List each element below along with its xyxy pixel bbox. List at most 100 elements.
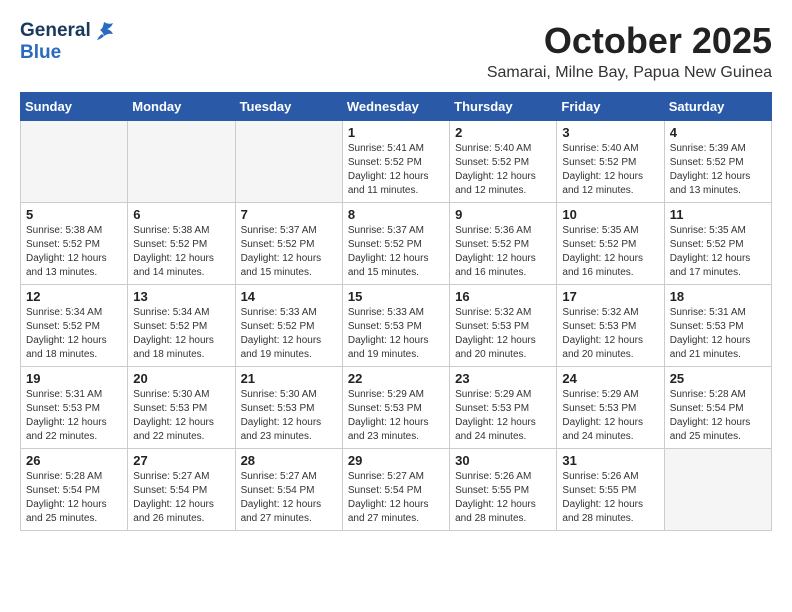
calendar-table: SundayMondayTuesdayWednesdayThursdayFrid… [20, 92, 772, 531]
day-detail: Sunrise: 5:32 AM Sunset: 5:53 PM Dayligh… [562, 306, 658, 362]
calendar-cell: 25 Sunrise: 5:28 AM Sunset: 5:54 PM Dayli… [664, 367, 771, 449]
day-detail: Sunrise: 5:34 AM Sunset: 5:52 PM Dayligh… [133, 306, 229, 362]
day-detail: Sunrise: 5:41 AM Sunset: 5:52 PM Dayligh… [348, 142, 444, 198]
day-number: 5 [26, 207, 122, 222]
day-number: 21 [241, 371, 337, 386]
day-detail: Sunrise: 5:29 AM Sunset: 5:53 PM Dayligh… [455, 388, 551, 444]
calendar-week-4: 19 Sunrise: 5:31 AM Sunset: 5:53 PM Dayli… [21, 367, 772, 449]
calendar-cell: 27 Sunrise: 5:27 AM Sunset: 5:54 PM Dayli… [128, 449, 235, 531]
day-detail: Sunrise: 5:40 AM Sunset: 5:52 PM Dayligh… [562, 142, 658, 198]
day-detail: Sunrise: 5:34 AM Sunset: 5:52 PM Dayligh… [26, 306, 122, 362]
calendar-cell: 23 Sunrise: 5:29 AM Sunset: 5:53 PM Dayli… [450, 367, 557, 449]
day-detail: Sunrise: 5:30 AM Sunset: 5:53 PM Dayligh… [133, 388, 229, 444]
logo-blue: Blue [20, 42, 61, 64]
calendar-week-1: 1 Sunrise: 5:41 AM Sunset: 5:52 PM Daylig… [21, 121, 772, 203]
day-detail: Sunrise: 5:40 AM Sunset: 5:52 PM Dayligh… [455, 142, 551, 198]
calendar-week-3: 12 Sunrise: 5:34 AM Sunset: 5:52 PM Dayli… [21, 285, 772, 367]
day-number: 13 [133, 289, 229, 304]
calendar-cell: 19 Sunrise: 5:31 AM Sunset: 5:53 PM Dayli… [21, 367, 128, 449]
calendar-header-thursday: Thursday [450, 93, 557, 121]
day-number: 30 [455, 453, 551, 468]
calendar-cell: 3 Sunrise: 5:40 AM Sunset: 5:52 PM Daylig… [557, 121, 664, 203]
day-detail: Sunrise: 5:37 AM Sunset: 5:52 PM Dayligh… [348, 224, 444, 280]
calendar-cell: 17 Sunrise: 5:32 AM Sunset: 5:53 PM Dayli… [557, 285, 664, 367]
calendar-cell: 20 Sunrise: 5:30 AM Sunset: 5:53 PM Dayli… [128, 367, 235, 449]
calendar-cell [128, 121, 235, 203]
day-detail: Sunrise: 5:26 AM Sunset: 5:55 PM Dayligh… [562, 470, 658, 526]
day-number: 16 [455, 289, 551, 304]
day-number: 6 [133, 207, 229, 222]
day-detail: Sunrise: 5:39 AM Sunset: 5:52 PM Dayligh… [670, 142, 766, 198]
calendar-cell: 12 Sunrise: 5:34 AM Sunset: 5:52 PM Dayli… [21, 285, 128, 367]
day-number: 14 [241, 289, 337, 304]
day-number: 23 [455, 371, 551, 386]
day-number: 12 [26, 289, 122, 304]
calendar-cell: 16 Sunrise: 5:32 AM Sunset: 5:53 PM Dayli… [450, 285, 557, 367]
day-detail: Sunrise: 5:27 AM Sunset: 5:54 PM Dayligh… [348, 470, 444, 526]
calendar-cell [664, 449, 771, 531]
calendar-cell: 24 Sunrise: 5:29 AM Sunset: 5:53 PM Dayli… [557, 367, 664, 449]
day-number: 26 [26, 453, 122, 468]
month-title: October 2025 [487, 20, 772, 62]
day-detail: Sunrise: 5:36 AM Sunset: 5:52 PM Dayligh… [455, 224, 551, 280]
calendar-cell: 31 Sunrise: 5:26 AM Sunset: 5:55 PM Dayli… [557, 449, 664, 531]
day-detail: Sunrise: 5:35 AM Sunset: 5:52 PM Dayligh… [562, 224, 658, 280]
logo-icon [93, 20, 115, 42]
day-number: 17 [562, 289, 658, 304]
day-number: 28 [241, 453, 337, 468]
calendar-cell: 10 Sunrise: 5:35 AM Sunset: 5:52 PM Dayli… [557, 203, 664, 285]
calendar-cell: 29Sunrise: 5:27 AM Sunset: 5:54 PM Dayli… [342, 449, 449, 531]
day-number: 2 [455, 125, 551, 140]
day-detail: Sunrise: 5:38 AM Sunset: 5:52 PM Dayligh… [133, 224, 229, 280]
calendar-header-tuesday: Tuesday [235, 93, 342, 121]
calendar-cell: 18 Sunrise: 5:31 AM Sunset: 5:53 PM Dayli… [664, 285, 771, 367]
logo: General Blue [20, 20, 115, 64]
day-detail: Sunrise: 5:27 AM Sunset: 5:54 PM Dayligh… [133, 470, 229, 526]
calendar-header-friday: Friday [557, 93, 664, 121]
day-number: 1 [348, 125, 444, 140]
day-detail: Sunrise: 5:29 AM Sunset: 5:53 PM Dayligh… [562, 388, 658, 444]
day-detail: Sunrise: 5:38 AM Sunset: 5:52 PM Dayligh… [26, 224, 122, 280]
day-number: 19 [26, 371, 122, 386]
calendar-cell: 9 Sunrise: 5:36 AM Sunset: 5:52 PM Daylig… [450, 203, 557, 285]
day-number: 11 [670, 207, 766, 222]
calendar-cell: 8 Sunrise: 5:37 AM Sunset: 5:52 PM Daylig… [342, 203, 449, 285]
day-number: 27 [133, 453, 229, 468]
calendar-cell: 14Sunrise: 5:33 AM Sunset: 5:52 PM Dayli… [235, 285, 342, 367]
page-header: General Blue October 2025 Samarai, Milne… [20, 20, 772, 82]
day-number: 10 [562, 207, 658, 222]
day-number: 15 [348, 289, 444, 304]
day-detail: Sunrise: 5:27 AM Sunset: 5:54 PM Dayligh… [241, 470, 337, 526]
day-detail: Sunrise: 5:28 AM Sunset: 5:54 PM Dayligh… [26, 470, 122, 526]
calendar-cell: 5 Sunrise: 5:38 AM Sunset: 5:52 PM Daylig… [21, 203, 128, 285]
location-title: Samarai, Milne Bay, Papua New Guinea [487, 64, 772, 82]
day-number: 3 [562, 125, 658, 140]
day-number: 20 [133, 371, 229, 386]
calendar-cell: 22 Sunrise: 5:29 AM Sunset: 5:53 PM Dayli… [342, 367, 449, 449]
day-detail: Sunrise: 5:31 AM Sunset: 5:53 PM Dayligh… [26, 388, 122, 444]
day-number: 8 [348, 207, 444, 222]
calendar-cell: 21Sunrise: 5:30 AM Sunset: 5:53 PM Dayli… [235, 367, 342, 449]
calendar-header-monday: Monday [128, 93, 235, 121]
calendar-header-wednesday: Wednesday [342, 93, 449, 121]
day-number: 9 [455, 207, 551, 222]
calendar-cell: 2 Sunrise: 5:40 AM Sunset: 5:52 PM Daylig… [450, 121, 557, 203]
calendar-cell: 4Sunrise: 5:39 AM Sunset: 5:52 PM Daylig… [664, 121, 771, 203]
calendar-cell: 26 Sunrise: 5:28 AM Sunset: 5:54 PM Dayli… [21, 449, 128, 531]
day-number: 24 [562, 371, 658, 386]
day-detail: Sunrise: 5:35 AM Sunset: 5:52 PM Dayligh… [670, 224, 766, 280]
day-detail: Sunrise: 5:29 AM Sunset: 5:53 PM Dayligh… [348, 388, 444, 444]
day-detail: Sunrise: 5:37 AM Sunset: 5:52 PM Dayligh… [241, 224, 337, 280]
day-detail: Sunrise: 5:31 AM Sunset: 5:53 PM Dayligh… [670, 306, 766, 362]
day-number: 25 [670, 371, 766, 386]
calendar-cell: 7 Sunrise: 5:37 AM Sunset: 5:52 PM Daylig… [235, 203, 342, 285]
day-detail: Sunrise: 5:28 AM Sunset: 5:54 PM Dayligh… [670, 388, 766, 444]
calendar-cell: 11 Sunrise: 5:35 AM Sunset: 5:52 PM Dayli… [664, 203, 771, 285]
day-number: 18 [670, 289, 766, 304]
calendar-cell: 15Sunrise: 5:33 AM Sunset: 5:53 PM Dayli… [342, 285, 449, 367]
day-detail: Sunrise: 5:32 AM Sunset: 5:53 PM Dayligh… [455, 306, 551, 362]
day-number: 31 [562, 453, 658, 468]
day-number: 22 [348, 371, 444, 386]
calendar-cell: 1 Sunrise: 5:41 AM Sunset: 5:52 PM Daylig… [342, 121, 449, 203]
day-number: 7 [241, 207, 337, 222]
